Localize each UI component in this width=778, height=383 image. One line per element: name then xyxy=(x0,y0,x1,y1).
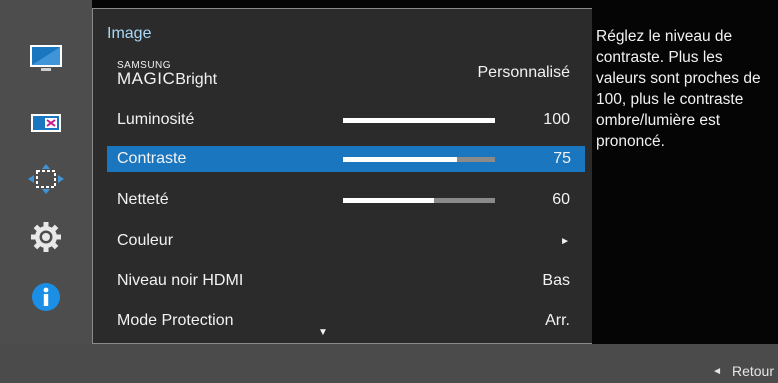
image-menu: Image SAMSUNG MAGIC Bright Personnalisé … xyxy=(92,8,592,344)
submenu-arrow-icon: ► xyxy=(560,235,570,247)
menu-item-mode-protection[interactable]: Mode Protection Arr. xyxy=(107,308,584,334)
position-icon[interactable] xyxy=(28,164,64,194)
menu-item-label: Mode Protection xyxy=(117,312,234,329)
menu-item-magicbright[interactable]: SAMSUNG MAGIC Bright Personnalisé xyxy=(107,60,584,88)
footer-bar: ◄ Retour xyxy=(0,344,778,383)
menu-item-couleur[interactable]: Couleur ► xyxy=(107,228,584,254)
menu-item-luminosite[interactable]: Luminosité 100 xyxy=(107,107,584,133)
menu-item-contraste[interactable]: Contraste 75 xyxy=(107,146,585,172)
picture-size-icon[interactable] xyxy=(28,108,64,138)
luminosite-slider[interactable] xyxy=(343,118,495,123)
menu-item-niveau-noir-hdmi[interactable]: Niveau noir HDMI Bas xyxy=(107,268,584,294)
sidebar xyxy=(0,0,92,344)
scroll-down-icon[interactable]: ▼ xyxy=(318,327,328,338)
menu-item-nettete[interactable]: Netteté 60 xyxy=(107,187,584,213)
osd-screen: Image SAMSUNG MAGIC Bright Personnalisé … xyxy=(0,0,778,383)
slider-fill xyxy=(343,118,495,123)
slider-fill xyxy=(343,198,435,203)
back-arrow-icon: ◄ xyxy=(712,365,722,377)
luminosite-value: 100 xyxy=(543,111,570,128)
gear-icon[interactable] xyxy=(28,222,64,252)
slider-fill xyxy=(343,157,457,162)
description-panel: Réglez le niveau de contraste. Plus les … xyxy=(592,8,778,344)
menu-item-label: Netteté xyxy=(117,191,169,208)
monitor-icon[interactable] xyxy=(28,44,64,74)
magicbright-logo: SAMSUNG MAGIC Bright xyxy=(117,60,218,88)
nettete-slider[interactable] xyxy=(343,198,495,203)
menu-item-label: Luminosité xyxy=(117,111,195,128)
info-icon[interactable] xyxy=(28,282,64,312)
contraste-slider[interactable] xyxy=(343,157,495,162)
nettete-value: 60 xyxy=(552,191,570,208)
back-label: Retour xyxy=(731,363,774,379)
magicbright-value: Personnalisé xyxy=(477,64,571,81)
niveau-noir-value: Bas xyxy=(542,272,570,289)
description-text: Réglez le niveau de contraste. Plus les … xyxy=(596,28,761,150)
contraste-value: 75 xyxy=(553,150,571,167)
menu-item-label: Contraste xyxy=(117,150,187,167)
menu-item-label: Niveau noir HDMI xyxy=(117,272,244,289)
back-button[interactable]: ◄ Retour xyxy=(712,363,774,379)
mode-protection-value: Arr. xyxy=(545,312,570,329)
menu-title: Image xyxy=(107,25,152,42)
menu-item-label: Couleur xyxy=(117,232,174,249)
